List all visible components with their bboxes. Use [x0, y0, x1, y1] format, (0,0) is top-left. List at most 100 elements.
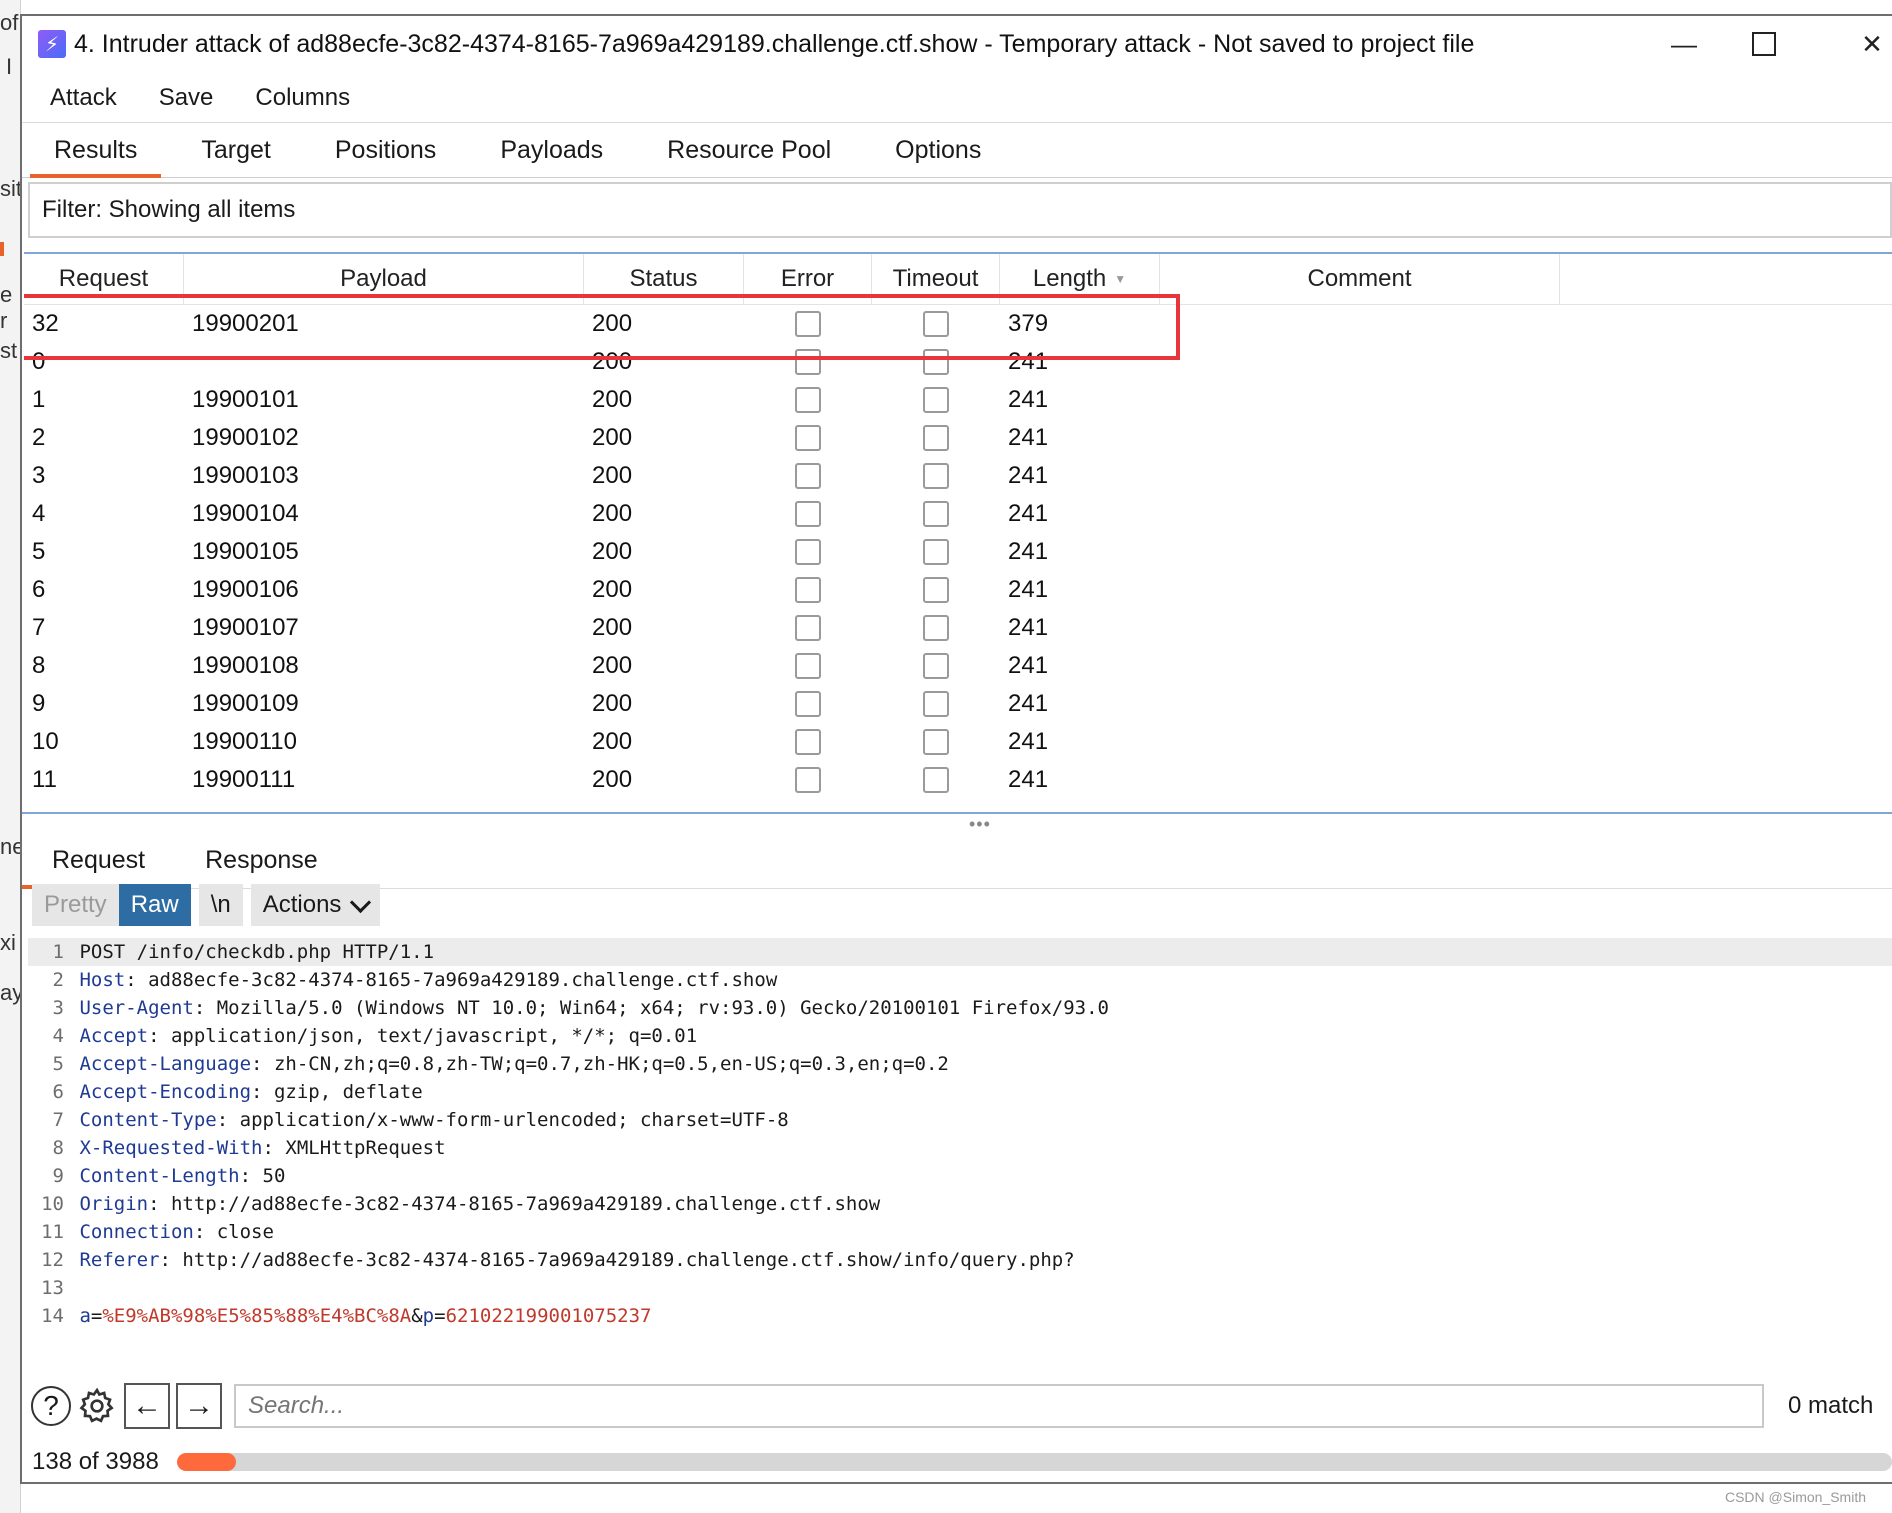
- timeout-checkbox[interactable]: [923, 577, 949, 603]
- line-number: 9: [52, 1165, 64, 1187]
- timeout-cell: [872, 615, 1000, 641]
- pane-splitter[interactable]: •••: [22, 812, 1892, 834]
- previous-match-button[interactable]: ←: [124, 1383, 170, 1429]
- timeout-checkbox[interactable]: [923, 729, 949, 755]
- error-cell: [744, 577, 872, 603]
- header-name: Accept: [79, 1025, 149, 1047]
- header-value: zh-CN,zh;q=0.8,zh-TW;q=0.7,zh-HK;q=0.5,e…: [273, 1053, 949, 1075]
- table-row[interactable]: 3 19900103 200 241: [24, 457, 1892, 495]
- timeout-cell: [872, 691, 1000, 717]
- tab-positions[interactable]: Positions: [303, 123, 468, 177]
- timeout-checkbox[interactable]: [923, 615, 949, 641]
- help-button[interactable]: ?: [30, 1385, 72, 1427]
- header-name: Referer: [79, 1249, 160, 1271]
- column-header-comment[interactable]: Comment: [1160, 254, 1560, 304]
- payload-cell: 19900106: [192, 576, 299, 603]
- length-cell: 241: [1008, 690, 1049, 717]
- table-row[interactable]: 1 19900101 200 241: [24, 381, 1892, 419]
- header-name: Connection: [79, 1221, 194, 1243]
- table-row[interactable]: 7 19900107 200 241: [24, 609, 1892, 647]
- code-line: 3 User-Agent: Mozilla/5.0 (Windows NT 10…: [28, 994, 1892, 1022]
- header-value: close: [216, 1221, 274, 1243]
- maximize-button[interactable]: [1734, 24, 1794, 64]
- next-match-button[interactable]: →: [176, 1383, 222, 1429]
- timeout-checkbox[interactable]: [923, 691, 949, 717]
- error-checkbox[interactable]: [795, 653, 821, 679]
- timeout-checkbox[interactable]: [923, 767, 949, 793]
- code-line: 11 Connection: close: [28, 1218, 1892, 1246]
- menu-attack[interactable]: Attack: [36, 84, 131, 112]
- actions-dropdown[interactable]: Actions: [250, 884, 381, 926]
- code-line: 1 POST /info/checkdb.php HTTP/1.1: [28, 938, 1892, 966]
- table-row[interactable]: 6 19900106 200 241: [24, 571, 1892, 609]
- newline-toggle-button[interactable]: \n: [198, 884, 243, 926]
- tab-results[interactable]: Results: [22, 123, 169, 178]
- error-checkbox[interactable]: [795, 387, 821, 413]
- length-cell: 241: [1008, 500, 1049, 527]
- tab-target[interactable]: Target: [169, 123, 302, 177]
- table-row[interactable]: 8 19900108 200 241: [24, 647, 1892, 685]
- raw-button[interactable]: Raw: [118, 884, 191, 926]
- minimize-button[interactable]: —: [1654, 24, 1714, 64]
- error-checkbox[interactable]: [795, 501, 821, 527]
- tab-request[interactable]: Request: [22, 832, 176, 889]
- timeout-checkbox[interactable]: [923, 539, 949, 565]
- menu-save[interactable]: Save: [145, 84, 228, 112]
- code-line: 2 Host: ad88ecfe-3c82-4374-8165-7a969a42…: [28, 966, 1892, 994]
- tab-payloads[interactable]: Payloads: [468, 123, 635, 177]
- table-row[interactable]: 4 19900104 200 241: [24, 495, 1892, 533]
- payload-cell: 19900105: [192, 538, 299, 565]
- length-cell: 241: [1008, 652, 1049, 679]
- request-cell: 11: [32, 766, 57, 793]
- search-input[interactable]: [234, 1384, 1764, 1428]
- table-row[interactable]: 5 19900105 200 241: [24, 533, 1892, 571]
- pretty-button[interactable]: Pretty: [32, 884, 119, 926]
- timeout-checkbox[interactable]: [923, 425, 949, 451]
- table-row[interactable]: 2 19900102 200 241: [24, 419, 1892, 457]
- table-row[interactable]: 11 19900111 200 241: [24, 761, 1892, 799]
- error-cell: [744, 729, 872, 755]
- menu-columns[interactable]: Columns: [241, 84, 364, 112]
- error-checkbox[interactable]: [795, 615, 821, 641]
- error-checkbox[interactable]: [795, 577, 821, 603]
- table-row[interactable]: 9 19900109 200 241: [24, 685, 1892, 723]
- request-cell: 4: [32, 500, 46, 527]
- header-value: http://ad88ecfe-3c82-4374-8165-7a969a429…: [170, 1193, 881, 1215]
- timeout-checkbox[interactable]: [923, 387, 949, 413]
- error-checkbox[interactable]: [795, 539, 821, 565]
- request-editor[interactable]: 1 POST /info/checkdb.php HTTP/1.1 2 Host:…: [28, 938, 1892, 1378]
- request-cell: 7: [32, 614, 46, 641]
- table-row[interactable]: 10 19900110 200 241: [24, 723, 1892, 761]
- background-text: st: [0, 338, 18, 363]
- close-button[interactable]: ✕: [1842, 24, 1892, 64]
- error-checkbox[interactable]: [795, 767, 821, 793]
- editor-toolbar: Pretty Raw \n Actions: [32, 882, 381, 928]
- error-checkbox[interactable]: [795, 463, 821, 489]
- payload-cell: 19900111: [192, 766, 296, 793]
- filter-bar[interactable]: Filter: Showing all items: [28, 182, 1892, 238]
- column-header-filler: [1560, 254, 1892, 304]
- timeout-checkbox[interactable]: [923, 653, 949, 679]
- tab-response[interactable]: Response: [175, 832, 348, 888]
- timeout-checkbox[interactable]: [923, 501, 949, 527]
- error-checkbox[interactable]: [795, 425, 821, 451]
- results-table: Request Payload Status Error Timeout Len…: [24, 252, 1892, 814]
- background-window: of I sit e r st ne xi ay: [0, 0, 24, 1513]
- timeout-checkbox[interactable]: [923, 463, 949, 489]
- line-number: 14: [41, 1305, 64, 1327]
- code-line: 4 Accept: application/json, text/javascr…: [28, 1022, 1892, 1050]
- line-number: 11: [41, 1221, 64, 1243]
- error-checkbox[interactable]: [795, 729, 821, 755]
- payload-cell: 19900108: [192, 652, 299, 679]
- request-cell: 10: [32, 728, 59, 755]
- background-accent: [0, 242, 4, 256]
- payload-cell: 19900101: [192, 386, 299, 413]
- tab-resource-pool[interactable]: Resource Pool: [635, 123, 863, 177]
- header-value: 50: [262, 1165, 286, 1187]
- tab-options[interactable]: Options: [863, 123, 1013, 177]
- settings-button[interactable]: [76, 1385, 118, 1427]
- payload-cell: 19900107: [192, 614, 299, 641]
- header-name: Content-Type: [79, 1109, 217, 1131]
- header-value: application/x-www-form-urlencoded; chars…: [239, 1109, 789, 1131]
- error-checkbox[interactable]: [795, 691, 821, 717]
